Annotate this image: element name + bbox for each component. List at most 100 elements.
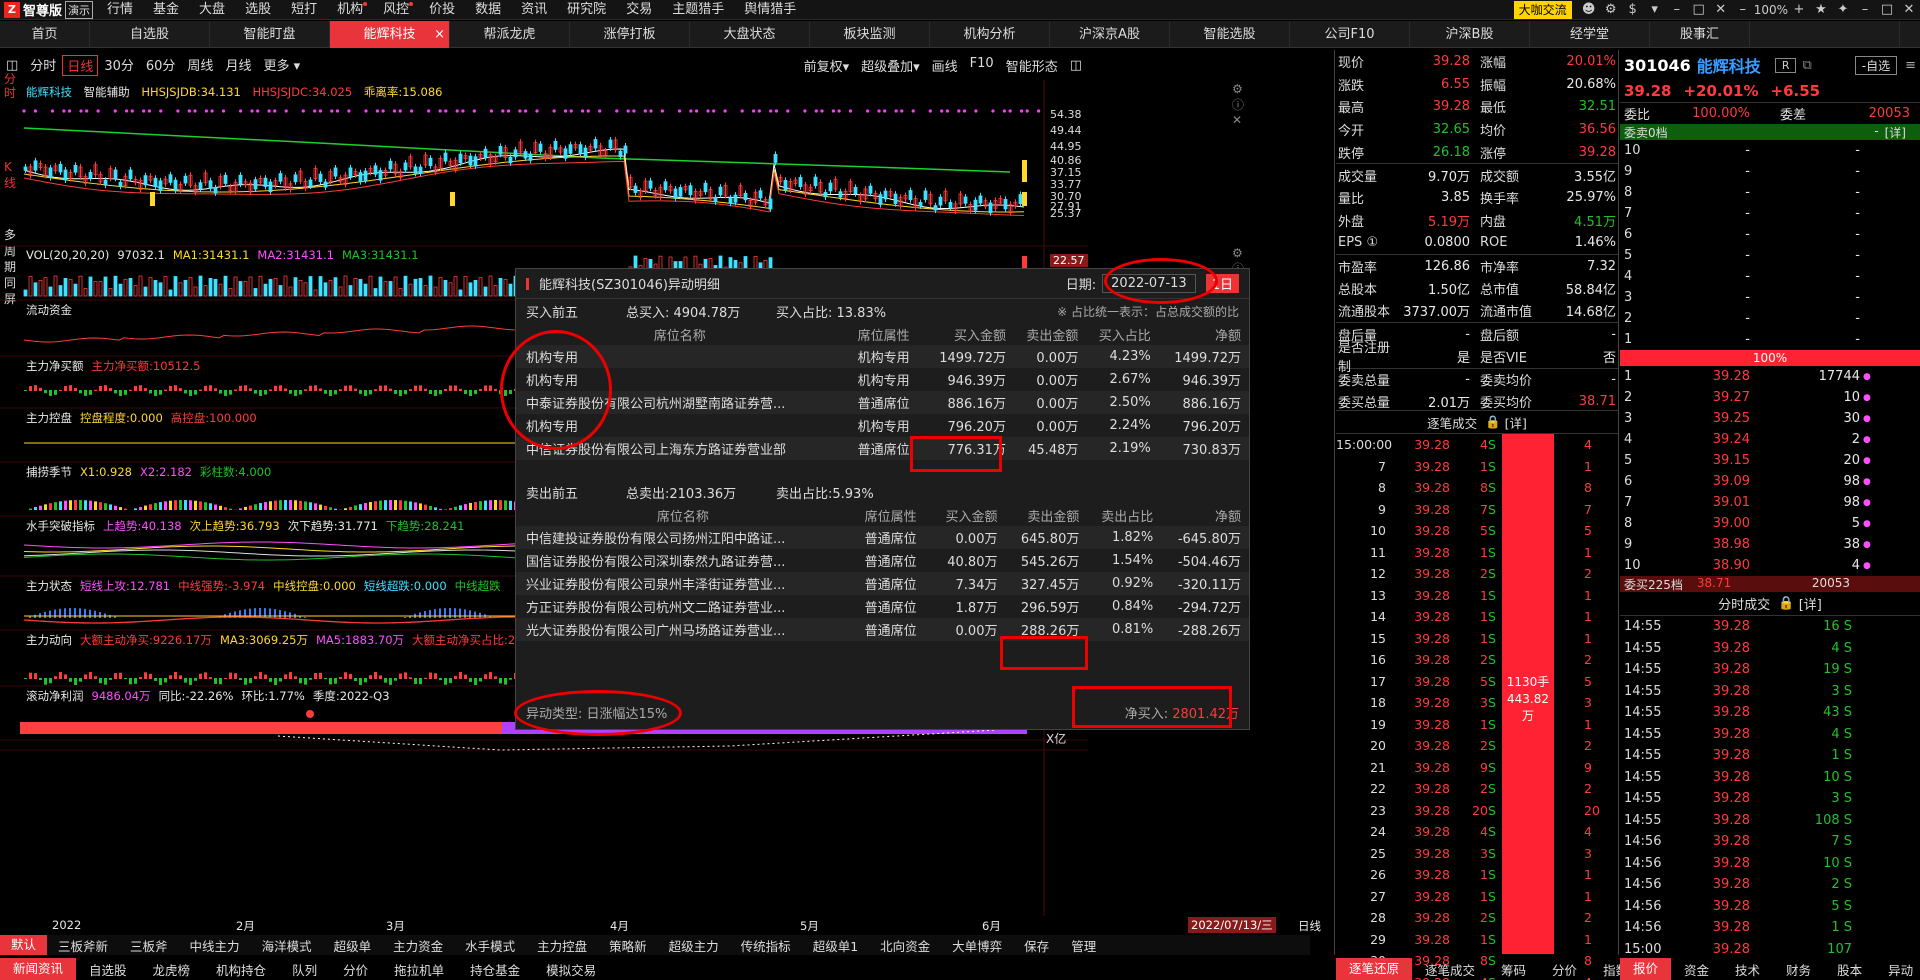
tab-1[interactable]: 自选股 bbox=[90, 21, 210, 48]
template-2[interactable]: 三板斧 bbox=[119, 936, 179, 955]
ask-row[interactable]: 10 - - bbox=[1620, 140, 1920, 161]
bottom-tab-4[interactable]: 队列 bbox=[279, 960, 330, 979]
bid-row[interactable]: 5 39.15 20 ● bbox=[1620, 450, 1920, 471]
settings-icon[interactable]: ⚙ bbox=[1600, 2, 1622, 17]
template-15[interactable]: 保存 bbox=[1013, 936, 1060, 955]
ask-row[interactable]: 4 - - bbox=[1620, 266, 1920, 287]
close-icon[interactable]: ✕ bbox=[1710, 2, 1732, 17]
bottom-tab-3[interactable]: 机构持仓 bbox=[203, 960, 279, 979]
template-8[interactable]: 主力控盘 bbox=[526, 936, 598, 955]
tick-detail-link[interactable]: [详] bbox=[1505, 413, 1527, 432]
buy-row[interactable]: 机构专用 机构专用 946.39万 0.00万 2.67% 946.39万 bbox=[516, 368, 1249, 391]
ask-row[interactable]: 6 - - bbox=[1620, 224, 1920, 245]
tab-8[interactable]: 机构分析 bbox=[930, 21, 1050, 48]
bottom-right-tab-4[interactable]: 股本 bbox=[1824, 960, 1875, 979]
bottom-right-tab-5[interactable]: 异动 bbox=[1875, 960, 1920, 979]
menu-item-4[interactable]: 短打 bbox=[281, 0, 327, 20]
tab-14[interactable]: 股事汇 bbox=[1650, 21, 1750, 48]
bottom-tab-6[interactable]: 拖拉机单 bbox=[381, 960, 457, 979]
tab-2[interactable]: 智能盯盘 bbox=[210, 21, 330, 48]
menu-item-2[interactable]: 大盘 bbox=[189, 0, 235, 20]
bid-row[interactable]: 4 39.24 2 ● bbox=[1620, 429, 1920, 450]
template-6[interactable]: 主力资金 bbox=[382, 936, 454, 955]
bottom-tab-5[interactable]: 分价 bbox=[330, 960, 381, 979]
bid-row[interactable]: 2 39.27 10 ● bbox=[1620, 387, 1920, 408]
bottom-right-tab-3[interactable]: 财务 bbox=[1773, 960, 1824, 979]
bottom-mid-tab-3[interactable]: 分价 bbox=[1539, 960, 1590, 979]
bid-row[interactable]: 6 39.09 98 ● bbox=[1620, 471, 1920, 492]
menu-item-6[interactable]: 风控 bbox=[373, 0, 419, 20]
bid-row[interactable]: 10 38.90 4 ● bbox=[1620, 555, 1920, 576]
sell-row[interactable]: 中信建投证券股份有限公司扬州江阳中路证... 普通席位 0.00万 645.80万 1.… bbox=[516, 526, 1249, 549]
ask-row[interactable]: 3 - - bbox=[1620, 287, 1920, 308]
minimize-icon[interactable]: – bbox=[1666, 2, 1688, 17]
template-12[interactable]: 超级单1 bbox=[802, 936, 869, 955]
ask-row[interactable]: 8 - - bbox=[1620, 182, 1920, 203]
template-3[interactable]: 中线主力 bbox=[179, 936, 251, 955]
bottom-right-tab-1[interactable]: 资金 bbox=[1671, 960, 1722, 979]
tab-3[interactable]: 能辉科技 × bbox=[330, 21, 450, 48]
sell-row[interactable]: 光大证券股份有限公司广州马场路证券营业... 普通席位 0.00万 288.26万 0.… bbox=[516, 618, 1249, 641]
close2-icon[interactable]: ✕ bbox=[1898, 2, 1920, 17]
star-icon[interactable]: ★ bbox=[1810, 2, 1832, 17]
menu-item-11[interactable]: 交易 bbox=[616, 0, 662, 20]
tab-12[interactable]: 沪深B股 bbox=[1410, 21, 1530, 48]
exchange-button[interactable]: 大咖交流 bbox=[1513, 0, 1572, 19]
bid-row[interactable]: 7 39.01 98 ● bbox=[1620, 492, 1920, 513]
template-7[interactable]: 水手模式 bbox=[454, 936, 526, 955]
fs-lock-icon[interactable]: 🔒 bbox=[1778, 596, 1794, 611]
pin-icon[interactable]: ✦ bbox=[1832, 2, 1854, 17]
template-14[interactable]: 大单博弈 bbox=[941, 936, 1013, 955]
dropdown-icon[interactable]: ▾ bbox=[1644, 2, 1666, 17]
bottom-mid-tab-0[interactable]: 逐笔还原 bbox=[1336, 958, 1413, 980]
tab-11[interactable]: 公司F10 bbox=[1290, 21, 1410, 48]
min2-icon[interactable]: – bbox=[1854, 2, 1876, 17]
template-0[interactable]: 默认 bbox=[0, 935, 48, 955]
kline-panel-controls[interactable]: ⚙ ⓘ ✕ bbox=[1232, 82, 1244, 127]
template-13[interactable]: 北向资金 bbox=[869, 936, 941, 955]
restore-icon[interactable]: □ bbox=[1688, 2, 1710, 17]
bottom-tab-7[interactable]: 持仓基金 bbox=[457, 960, 533, 979]
menu-icon[interactable]: ≡ bbox=[1905, 58, 1916, 73]
bid-row[interactable]: 8 39.00 5 ● bbox=[1620, 513, 1920, 534]
copy-icon[interactable]: ⧉ bbox=[1802, 58, 1811, 73]
sell-row[interactable]: 方正证券股份有限公司杭州文二路证券营业... 普通席位 1.87万 296.59万 0.… bbox=[516, 595, 1249, 618]
tab-7[interactable]: 板块监测 bbox=[810, 21, 930, 48]
template-5[interactable]: 超级单 bbox=[323, 936, 383, 955]
bottom-tab-8[interactable]: 模拟交易 bbox=[533, 960, 609, 979]
template-4[interactable]: 海洋模式 bbox=[251, 936, 323, 955]
menu-item-13[interactable]: 舆情猎手 bbox=[734, 0, 806, 20]
menu-item-1[interactable]: 基金 bbox=[143, 0, 189, 20]
template-1[interactable]: 三板斧新 bbox=[47, 936, 119, 955]
bid-row[interactable]: 1 39.28 17744 ● bbox=[1620, 366, 1920, 387]
tab-9[interactable]: 沪深京A股 bbox=[1050, 21, 1170, 48]
template-9[interactable]: 策略新 bbox=[598, 936, 658, 955]
menu-item-9[interactable]: 资讯 bbox=[511, 0, 557, 20]
buy-row[interactable]: 机构专用 机构专用 1499.72万 0.00万 4.23% 1499.72万 bbox=[516, 345, 1249, 368]
ask-row[interactable]: 7 - - bbox=[1620, 203, 1920, 224]
sell-row[interactable]: 兴业证券股份有限公司泉州丰泽街证券营业... 普通席位 7.34万 327.45万 0.… bbox=[516, 572, 1249, 595]
buy-row[interactable]: 机构专用 机构专用 796.20万 0.00万 2.24% 796.20万 bbox=[516, 414, 1249, 437]
bid-row[interactable]: 3 39.25 30 ● bbox=[1620, 408, 1920, 429]
dollar-icon[interactable]: $ bbox=[1622, 2, 1644, 17]
tab-10[interactable]: 智能选股 bbox=[1170, 21, 1290, 48]
bottom-mid-tab-1[interactable]: 逐笔成交 bbox=[1412, 960, 1488, 979]
bottom-tab-0[interactable]: 新闻资讯 bbox=[0, 958, 77, 980]
tab-4[interactable]: 帮派龙虎 bbox=[450, 21, 570, 48]
zoom-in-icon[interactable]: + bbox=[1788, 2, 1810, 17]
tab-6[interactable]: 大盘状态 bbox=[690, 21, 810, 48]
lock-icon[interactable]: 🔒 bbox=[1485, 414, 1501, 430]
bottom-mid-tab-2[interactable]: 筹码 bbox=[1488, 960, 1539, 979]
buy-row[interactable]: 中泰证券股份有限公司杭州湖墅南路证券营... 普通席位 886.16万 0.00万 2.… bbox=[516, 391, 1249, 414]
menu-item-12[interactable]: 主题猎手 bbox=[662, 0, 734, 20]
tab-13[interactable]: 经学堂 bbox=[1530, 21, 1650, 48]
tab-5[interactable]: 涨停打板 bbox=[570, 21, 690, 48]
ask-row[interactable]: 5 - - bbox=[1620, 245, 1920, 266]
template-16[interactable]: 管理 bbox=[1060, 936, 1107, 955]
fs-detail-link[interactable]: [详] bbox=[1799, 594, 1822, 613]
menu-item-3[interactable]: 选股 bbox=[235, 0, 281, 20]
bottom-right-tab-2[interactable]: 技术 bbox=[1722, 960, 1773, 979]
template-10[interactable]: 超级主力 bbox=[658, 936, 730, 955]
menu-item-8[interactable]: 数据 bbox=[465, 0, 511, 20]
menu-item-5[interactable]: 机构 bbox=[327, 0, 373, 20]
